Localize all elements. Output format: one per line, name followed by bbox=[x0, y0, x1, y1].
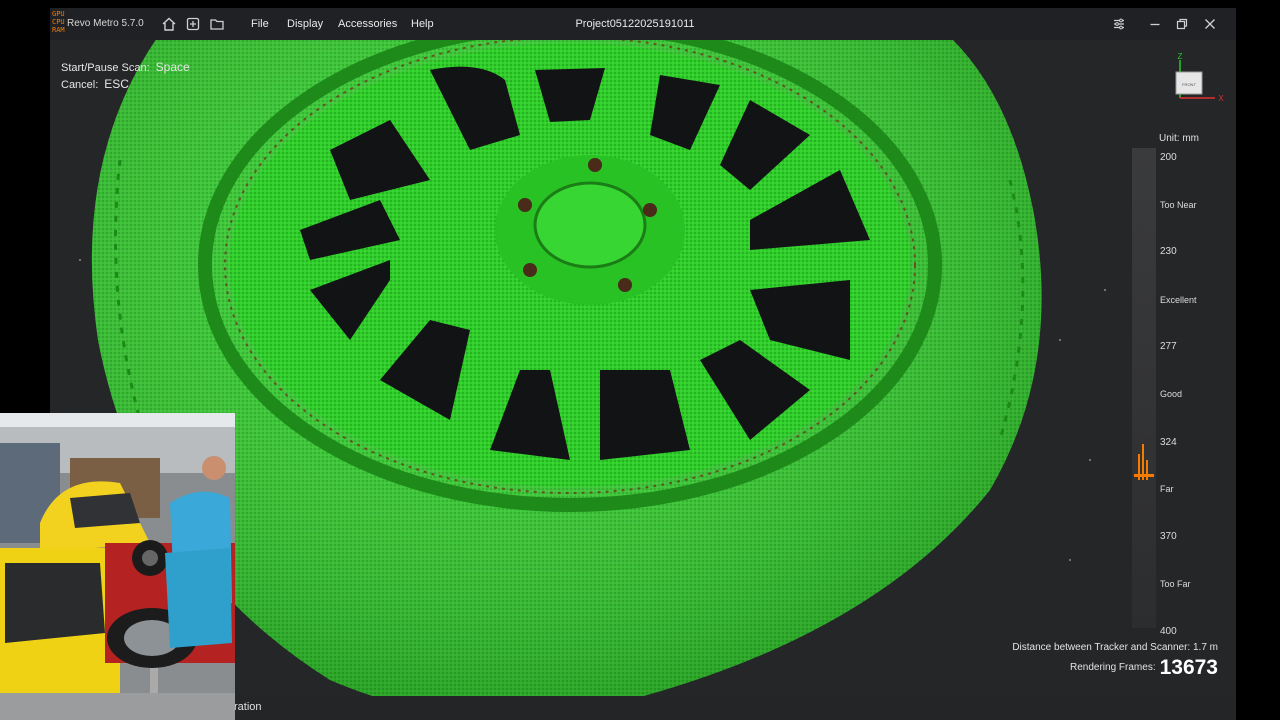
close-icon[interactable] bbox=[1202, 16, 1218, 32]
scale-too-near: Too Near bbox=[1160, 200, 1197, 210]
axis-gizmo-icon[interactable]: FRONT Z X bbox=[1170, 52, 1226, 104]
minimize-icon[interactable] bbox=[1147, 16, 1163, 32]
webcam-overlay bbox=[0, 413, 235, 720]
tracker-distance: Distance between Tracker and Scanner: 1.… bbox=[1012, 642, 1218, 653]
scale-200: 200 bbox=[1160, 152, 1177, 163]
scale-400: 400 bbox=[1160, 626, 1177, 637]
status-text: ration bbox=[234, 701, 262, 713]
menu-display[interactable]: Display bbox=[287, 18, 323, 30]
garage-webcam-image bbox=[0, 413, 235, 720]
scale-far: Far bbox=[1160, 484, 1174, 494]
distance-histogram bbox=[1134, 440, 1154, 488]
scale-277: 277 bbox=[1160, 341, 1177, 352]
menu-help[interactable]: Help bbox=[411, 18, 434, 30]
cpu-stat: CPU bbox=[52, 18, 65, 26]
z-axis-label: Z bbox=[1178, 52, 1183, 61]
app-title: Revo Metro 5.7.0 bbox=[67, 18, 144, 29]
frames-label: Rendering Frames: bbox=[1070, 662, 1156, 673]
distance-scale-bar bbox=[1132, 148, 1156, 628]
settings-sliders-icon[interactable] bbox=[1111, 16, 1127, 32]
x-axis-label: X bbox=[1218, 94, 1224, 103]
scale-370: 370 bbox=[1160, 531, 1177, 542]
esc-key: ESC bbox=[104, 77, 129, 91]
restore-icon[interactable] bbox=[1174, 16, 1190, 32]
gpu-stat: GPU bbox=[52, 10, 65, 18]
new-project-icon[interactable] bbox=[185, 16, 201, 32]
scale-excellent: Excellent bbox=[1160, 295, 1197, 305]
project-title: Project05122025191011 bbox=[575, 18, 695, 30]
scale-324: 324 bbox=[1160, 437, 1177, 448]
cancel-hint: Cancel: ESC bbox=[61, 77, 129, 91]
cancel-label: Cancel: bbox=[61, 79, 99, 91]
open-folder-icon[interactable] bbox=[209, 16, 225, 32]
title-bar: GPU CPU RAM Revo Metro 5.7.0 File Displa… bbox=[50, 8, 1236, 40]
start-pause-label: Start/Pause Scan: bbox=[61, 62, 150, 74]
menu-accessories[interactable]: Accessories bbox=[338, 18, 397, 30]
scale-230: 230 bbox=[1160, 246, 1177, 257]
front-face-label: FRONT bbox=[1182, 82, 1196, 87]
frames-value: 13673 bbox=[1159, 656, 1218, 679]
view-orientation-cube[interactable]: FRONT Z X bbox=[1170, 52, 1226, 104]
home-icon[interactable] bbox=[161, 16, 177, 32]
start-pause-hint: Start/Pause Scan: Space bbox=[61, 60, 190, 74]
menu-file[interactable]: File bbox=[251, 18, 269, 30]
unit-label: Unit: mm bbox=[1159, 133, 1199, 144]
rendering-frames: Rendering Frames: 13673 bbox=[1070, 656, 1218, 680]
ram-stat: RAM bbox=[52, 26, 65, 34]
scale-too-far: Too Far bbox=[1160, 579, 1191, 589]
scale-good: Good bbox=[1160, 389, 1183, 399]
space-key: Space bbox=[155, 60, 190, 74]
perf-stats: GPU CPU RAM bbox=[52, 10, 65, 34]
